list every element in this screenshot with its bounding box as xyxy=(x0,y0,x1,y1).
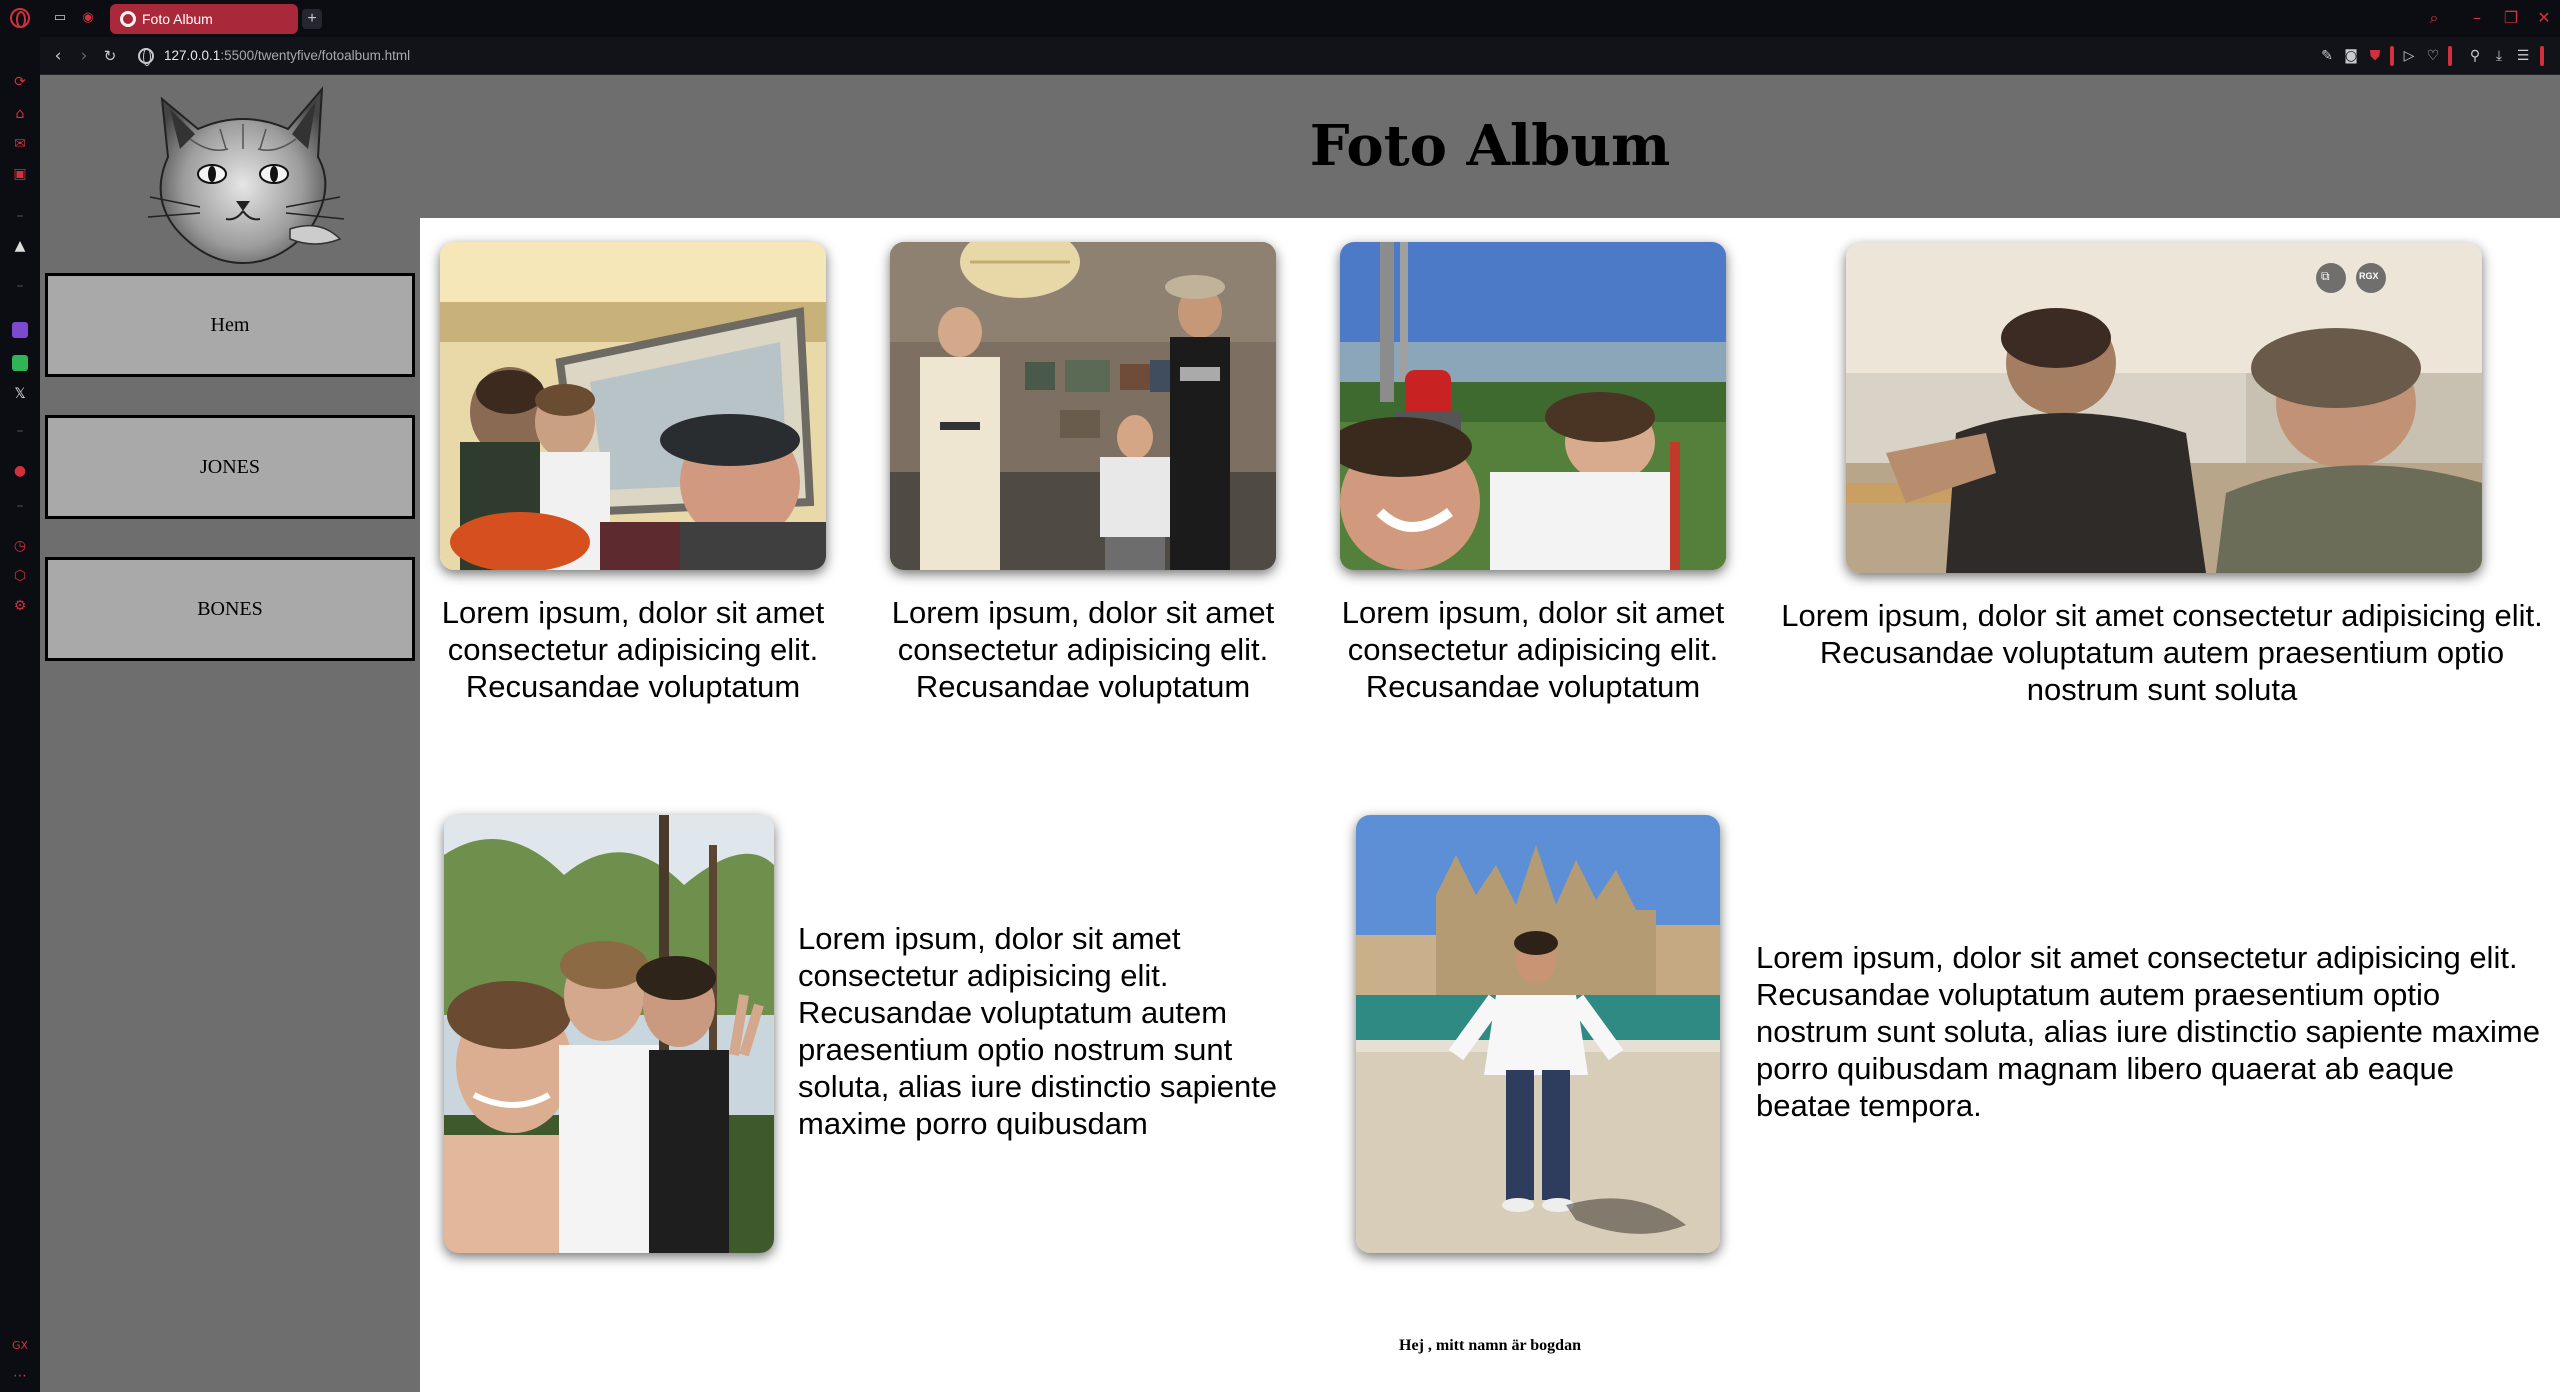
gx-corner-icon[interactable]: GX xyxy=(10,1337,30,1355)
popout-video-icon[interactable]: ⧉ xyxy=(2321,269,2330,284)
forward-button[interactable]: › xyxy=(74,46,94,66)
extensions-icon[interactable]: ⬡ xyxy=(10,567,30,585)
photo-room[interactable] xyxy=(890,242,1276,570)
reload-button[interactable]: ↻ xyxy=(100,46,120,66)
page-viewport: Hem JONES BONES Foto Album Lorem ipsum, … xyxy=(40,75,2560,1392)
browser-titlebar: ▭ ◉ Foto Album + ⌕ – ❐ ✕ xyxy=(0,0,2560,37)
speed-dial-icon[interactable]: ⟳ xyxy=(10,73,30,91)
new-tab-button[interactable]: + xyxy=(302,9,322,29)
toolbar-divider-2 xyxy=(2448,46,2452,66)
browser-sidebar: ⟳ ⌂ ✉ ▣ – ▲ – 𝕏 – ● – ◷ ⬡ ⚙ GX ⋯ xyxy=(0,37,40,1392)
photo-room-image xyxy=(890,242,1276,570)
photo-rooftop-image xyxy=(1340,242,1726,570)
snapshot-camera-icon[interactable]: ◙ xyxy=(2342,47,2360,65)
cat-logo-image xyxy=(147,86,345,265)
nav-button-jones[interactable]: JONES xyxy=(45,415,415,519)
search-tabs-icon[interactable]: ⌕ xyxy=(2420,6,2448,30)
photo-hallway-image xyxy=(1846,243,2482,573)
easy-setup-menu-icon[interactable]: ☰ xyxy=(2514,47,2532,65)
vpn-icon[interactable]: ◉ xyxy=(80,10,96,26)
rail-divider: – xyxy=(16,208,24,224)
footer-note: Hej , mitt namn är bogdan xyxy=(1399,1337,1581,1354)
photo-train-image xyxy=(440,242,826,570)
rail-divider-2: – xyxy=(16,278,24,294)
rail-divider-3: – xyxy=(16,423,24,439)
site-info-globe-icon[interactable] xyxy=(138,48,154,66)
history-icon[interactable]: ◷ xyxy=(10,537,30,555)
photo-cathedral[interactable] xyxy=(1356,815,1720,1253)
tab-foto-album[interactable]: Foto Album xyxy=(110,4,298,34)
rgx-badge[interactable]: RGX xyxy=(2359,271,2379,281)
photo-train-caption: Lorem ipsum, dolor sit amet consectetur … xyxy=(441,595,825,704)
messenger-icon[interactable]: ▣ xyxy=(10,165,30,183)
more-icon[interactable]: ⋯ xyxy=(10,1367,30,1385)
nav-button-hem[interactable]: Hem xyxy=(45,273,415,377)
settings-gear-icon[interactable]: ⚙ xyxy=(10,597,30,615)
back-button[interactable]: ‹ xyxy=(48,46,68,66)
url-host: 127.0.0.1 xyxy=(164,48,221,63)
maximize-button[interactable]: ❐ xyxy=(2497,6,2525,30)
edit-icon[interactable]: ✎ xyxy=(2318,47,2336,65)
photo-rooftop-caption: Lorem ipsum, dolor sit amet consectetur … xyxy=(1341,595,1725,704)
twitch-icon[interactable] xyxy=(12,322,28,338)
mail-icon[interactable]: ✉ xyxy=(10,135,30,153)
flow-send-icon[interactable]: ▷ xyxy=(2400,47,2418,65)
downloads-icon[interactable]: ⤓ xyxy=(2490,47,2508,65)
wallet-icon[interactable]: ⚲ xyxy=(2466,47,2484,65)
rail-divider-4: – xyxy=(16,498,24,514)
toolbar-divider-3 xyxy=(2540,46,2544,66)
photo-forest-image xyxy=(444,815,774,1253)
close-window-button[interactable]: ✕ xyxy=(2530,6,2558,30)
music-player-icon[interactable]: ● xyxy=(10,462,30,480)
opera-logo-icon[interactable] xyxy=(10,8,30,28)
photo-train[interactable] xyxy=(440,242,826,570)
minimize-button[interactable]: – xyxy=(2463,6,2491,30)
url-path: :5500/twentyfive/fotoalbum.html xyxy=(220,48,411,63)
url-field[interactable]: 127.0.0.1:5500/twentyfive/fotoalbum.html xyxy=(164,47,410,65)
photo-forest[interactable] xyxy=(444,815,774,1253)
photo-forest-caption: Lorem ipsum, dolor sit amet consectetur … xyxy=(798,921,1278,1141)
tab-title: Foto Album xyxy=(142,11,213,27)
photo-room-caption: Lorem ipsum, dolor sit amet consectetur … xyxy=(891,595,1275,704)
photo-rooftop[interactable] xyxy=(1340,242,1726,570)
x-twitter-icon[interactable]: 𝕏 xyxy=(10,385,30,403)
photo-hallway[interactable]: ⧉ RGX xyxy=(1846,243,2482,573)
workspaces-icon[interactable]: ▭ xyxy=(52,10,68,26)
whatsapp-icon[interactable] xyxy=(12,355,28,371)
photo-hallway-caption: Lorem ipsum, dolor sit amet consectetur … xyxy=(1781,598,2543,707)
photo-cathedral-image xyxy=(1356,815,1720,1253)
shopping-icon[interactable]: ⌂ xyxy=(10,105,30,123)
toolbar-divider xyxy=(2390,46,2394,66)
photo-cathedral-caption: Lorem ipsum, dolor sit amet consectetur … xyxy=(1756,940,2540,1123)
aria-icon[interactable]: ▲ xyxy=(10,237,30,255)
tab-favicon-icon xyxy=(120,11,136,27)
left-navigation-column: Hem JONES BONES xyxy=(40,75,420,1392)
page-title: Foto Album xyxy=(1309,113,1671,179)
favorites-heart-icon[interactable]: ♡ xyxy=(2424,47,2442,65)
address-bar: ‹ › ↻ 127.0.0.1:5500/twentyfive/fotoalbu… xyxy=(40,37,2560,75)
nav-button-bones[interactable]: BONES xyxy=(45,557,415,661)
adblock-shield-icon[interactable]: ⛊ xyxy=(2366,47,2384,65)
